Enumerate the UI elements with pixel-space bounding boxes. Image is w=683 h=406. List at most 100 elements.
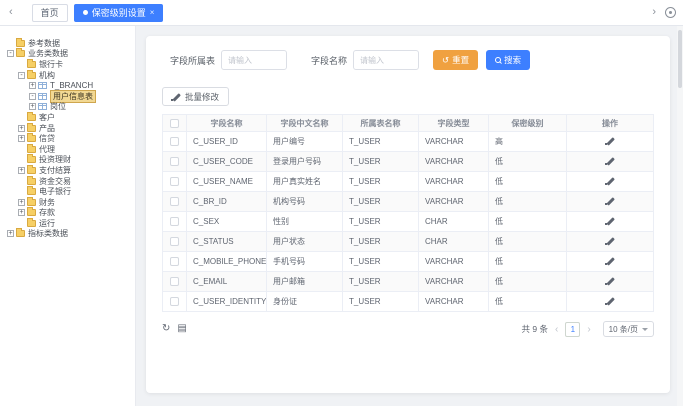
tree-node-product[interactable]: +产品 <box>0 123 135 134</box>
tree-node-customer[interactable]: 客户 <box>0 112 135 123</box>
tab-secrecy-level-settings[interactable]: 保密级别设置 × <box>74 4 164 22</box>
tree-node-business-data[interactable]: -业务类数据 <box>0 49 135 60</box>
scrollbar-thumb[interactable] <box>678 30 682 88</box>
reset-button-label: 重置 <box>452 54 469 66</box>
next-page-icon[interactable]: › <box>585 324 592 335</box>
cell-field-type: VARCHAR <box>419 132 489 152</box>
batch-edit-button[interactable]: 批量修改 <box>162 87 229 106</box>
edit-icon[interactable] <box>606 276 615 285</box>
expand-icon[interactable]: + <box>18 199 25 206</box>
edit-icon[interactable] <box>606 296 615 305</box>
reset-button[interactable]: ↺ 重置 <box>433 50 478 70</box>
expand-icon[interactable]: + <box>18 125 25 132</box>
search-button[interactable]: 搜索 <box>486 50 530 70</box>
tree-node-position[interactable]: +岗位 <box>0 102 135 113</box>
expand-icon[interactable]: + <box>29 82 36 89</box>
field-table-input[interactable] <box>221 50 287 70</box>
cell-field-cn-name: 用户真实姓名 <box>267 172 343 192</box>
collapse-icon[interactable]: - <box>29 93 36 100</box>
tree-node-agency[interactable]: 代理 <box>0 144 135 155</box>
expand-icon[interactable]: + <box>7 230 14 237</box>
tree-node-finance[interactable]: + 财务 <box>0 197 135 208</box>
tabs-scroll-right-icon[interactable]: › <box>650 7 658 18</box>
tree-node-organization[interactable]: -机构 <box>0 70 135 81</box>
tree-node-label: 财务 <box>39 197 55 208</box>
search-icon <box>495 57 501 63</box>
tabs-scroll-left-icon[interactable]: ‹ <box>7 7 15 18</box>
tree-node-reference-data[interactable]: 参考数据 <box>0 38 135 49</box>
edit-icon[interactable] <box>606 156 615 165</box>
expand-icon[interactable]: + <box>18 135 25 142</box>
folder-icon <box>27 188 36 195</box>
expander-icon <box>18 220 25 227</box>
table-row: C_SEX 性别 T_USER CHAR 低 <box>163 212 654 232</box>
row-checkbox[interactable] <box>170 277 179 286</box>
row-checkbox[interactable] <box>170 137 179 146</box>
cell-field-type: VARCHAR <box>419 172 489 192</box>
folder-icon <box>27 114 36 121</box>
table-row: C_USER_CODE 登录用户号码 T_USER VARCHAR 低 <box>163 152 654 172</box>
tab-close-icon[interactable]: × <box>150 9 155 17</box>
cell-table-name: T_USER <box>343 252 419 272</box>
folder-icon <box>27 209 36 216</box>
cell-secrecy-level: 低 <box>489 232 567 252</box>
collapse-icon[interactable]: - <box>18 72 25 79</box>
row-checkbox[interactable] <box>170 197 179 206</box>
expand-icon[interactable]: + <box>29 103 36 110</box>
tree-node-label: 银行卡 <box>39 59 63 70</box>
row-checkbox[interactable] <box>170 217 179 226</box>
row-checkbox[interactable] <box>170 157 179 166</box>
cell-field-cn-name: 机构号码 <box>267 192 343 212</box>
edit-icon[interactable] <box>606 216 615 225</box>
edit-icon[interactable] <box>606 176 615 185</box>
cell-secrecy-level: 高 <box>489 132 567 152</box>
tree-node-user-info-table[interactable]: -用户信息表 <box>0 91 135 102</box>
cell-table-name: T_USER <box>343 232 419 252</box>
tree-node-credit[interactable]: +信贷 <box>0 133 135 144</box>
tree-node-bank-card[interactable]: 银行卡 <box>0 59 135 70</box>
cell-field-name: C_EMAIL <box>187 272 267 292</box>
tree-node-fund-transaction[interactable]: 资金交易 <box>0 176 135 187</box>
row-checkbox[interactable] <box>170 297 179 306</box>
tree-node-deposit[interactable]: +存款 <box>0 208 135 219</box>
column-settings-icon[interactable]: ▤ <box>177 324 186 334</box>
row-checkbox[interactable] <box>170 257 179 266</box>
expander-icon <box>18 146 25 153</box>
prev-page-icon[interactable]: ‹ <box>553 324 560 335</box>
reload-icon[interactable] <box>665 7 676 18</box>
refresh-icon[interactable]: ↻ <box>162 324 170 334</box>
tab-home[interactable]: 首页 <box>32 4 68 22</box>
edit-icon[interactable] <box>606 196 615 205</box>
folder-icon <box>27 167 36 174</box>
field-name-input[interactable] <box>353 50 419 70</box>
tree-node-wealth-management[interactable]: 投资理财 <box>0 155 135 166</box>
collapse-icon[interactable]: - <box>7 50 14 57</box>
chevron-down-icon <box>642 328 648 331</box>
tree-node-e-banking[interactable]: 电子银行 <box>0 186 135 197</box>
tab-home-label: 首页 <box>41 6 59 19</box>
page-number-button[interactable]: 1 <box>565 322 580 337</box>
tree-node-operation[interactable]: 运行 <box>0 218 135 229</box>
scrollbar-track[interactable] <box>677 26 683 406</box>
batch-edit-label: 批量修改 <box>185 91 219 103</box>
select-all-checkbox[interactable] <box>170 119 179 128</box>
expand-icon[interactable]: + <box>18 209 25 216</box>
edit-icon[interactable] <box>606 236 615 245</box>
table-row: C_MOBILE_PHONE 手机号码 T_USER VARCHAR 低 <box>163 252 654 272</box>
row-checkbox[interactable] <box>170 237 179 246</box>
expander-icon <box>18 61 25 68</box>
tree-node-indicator-data[interactable]: +指标类数据 <box>0 229 135 240</box>
cell-field-name: C_USER_CODE <box>187 152 267 172</box>
expander-icon <box>18 178 25 185</box>
tree-node-label: 投资理财 <box>39 154 71 165</box>
tree-node-payment-settlement[interactable]: +支付结算 <box>0 165 135 176</box>
folder-icon <box>27 156 36 163</box>
edit-icon[interactable] <box>606 136 615 145</box>
cell-field-cn-name: 手机号码 <box>267 252 343 272</box>
search-button-label: 搜索 <box>504 54 521 66</box>
table-row: C_STATUS 用户状态 T_USER CHAR 低 <box>163 232 654 252</box>
row-checkbox[interactable] <box>170 177 179 186</box>
page-size-select[interactable]: 10 条/页 <box>603 321 654 337</box>
expand-icon[interactable]: + <box>18 167 25 174</box>
edit-icon[interactable] <box>606 256 615 265</box>
